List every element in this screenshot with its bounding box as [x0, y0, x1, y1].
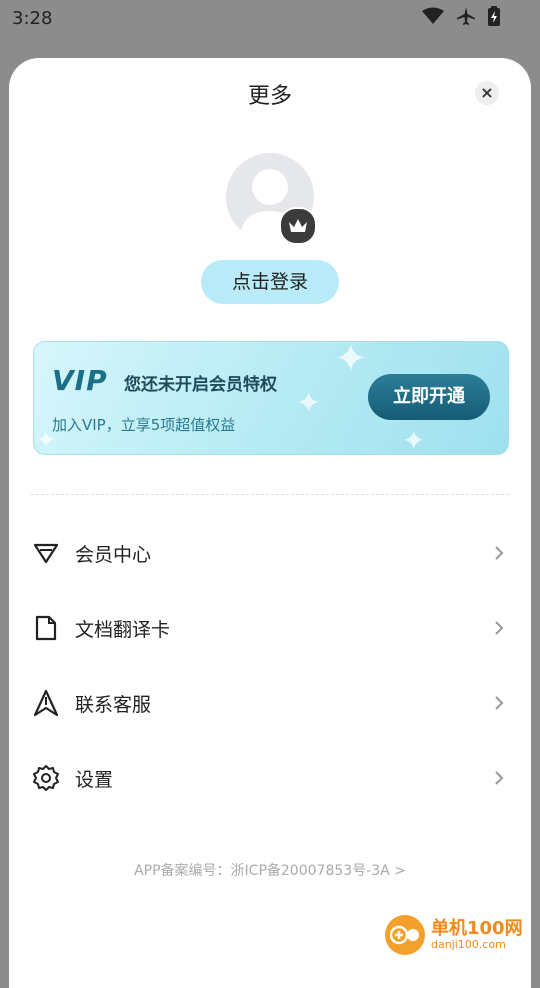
chevron-right-icon	[489, 618, 509, 638]
watermark-main: 单机100网	[431, 918, 523, 940]
watermark-sub: danji100.com	[431, 937, 506, 951]
menu-item-settings[interactable]: 设置	[31, 753, 509, 803]
menu-item-label: 联系客服	[75, 693, 152, 716]
more-sheet: 更多 × 点击登录 ✦ ✦ ✦ ✦ VIP 您还未开启会员特权 加入VIP，立享…	[9, 58, 531, 988]
icp-link[interactable]: APP备案编号：浙ICP备20007853号-3A >	[9, 860, 531, 880]
watermark-logo-icon	[385, 915, 425, 955]
menu-item-customer-service[interactable]: 联系客服	[31, 678, 509, 728]
close-icon: ×	[480, 83, 494, 102]
crown-icon	[289, 219, 307, 232]
battery-icon	[488, 6, 500, 31]
menu-item-translation-card[interactable]: 文档翻译卡	[31, 603, 509, 653]
airplane-icon	[456, 6, 476, 31]
sheet-title: 更多	[247, 84, 292, 109]
status-time: 3:28	[12, 8, 53, 29]
menu-item-label: 设置	[75, 768, 114, 791]
diamond-icon	[31, 538, 61, 568]
sparkle-icon: ✦	[402, 424, 426, 455]
sparkle-icon: ✦	[296, 386, 322, 421]
chevron-right-icon	[489, 693, 509, 713]
chevron-right-icon	[489, 768, 509, 788]
wifi-icon	[422, 7, 444, 30]
vip-headline: 您还未开启会员特权	[124, 375, 277, 395]
gear-icon	[31, 763, 61, 793]
watermark: 单机100网 danji100.com	[385, 915, 523, 955]
chevron-right-icon	[489, 543, 509, 563]
navigation-icon	[31, 688, 61, 718]
sparkle-icon: ✦	[334, 341, 368, 382]
close-button[interactable]: ×	[475, 81, 499, 105]
status-bar: 3:28	[0, 0, 540, 38]
vip-open-button[interactable]: 立即开通	[368, 374, 490, 420]
vip-logo: VIP	[52, 364, 108, 397]
vip-card[interactable]: ✦ ✦ ✦ ✦ VIP 您还未开启会员特权 加入VIP，立享5项超值权益 立即开…	[33, 341, 509, 455]
dashed-divider	[31, 494, 509, 495]
menu-item-label: 文档翻译卡	[75, 618, 171, 641]
login-button[interactable]: 点击登录	[201, 260, 339, 304]
menu-item-label: 会员中心	[75, 543, 152, 566]
menu-item-member-center[interactable]: 会员中心	[31, 528, 509, 578]
status-icons	[422, 6, 500, 31]
vip-subtext: 加入VIP，立享5项超值权益	[52, 416, 236, 434]
document-icon	[31, 613, 61, 643]
crown-badge	[279, 207, 317, 245]
